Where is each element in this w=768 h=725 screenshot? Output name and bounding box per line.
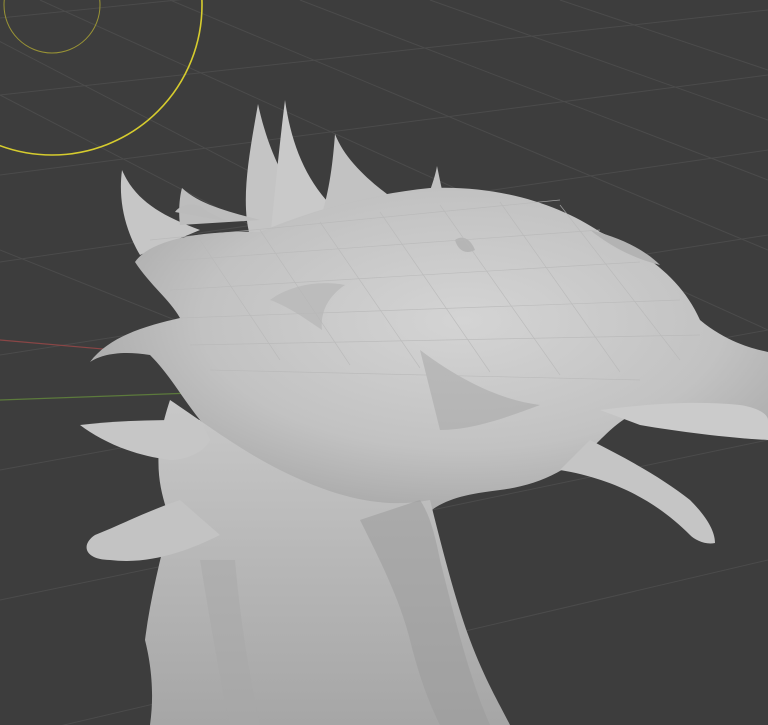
viewport-canvas[interactable] [0,0,768,725]
3d-viewport[interactable] [0,0,768,725]
